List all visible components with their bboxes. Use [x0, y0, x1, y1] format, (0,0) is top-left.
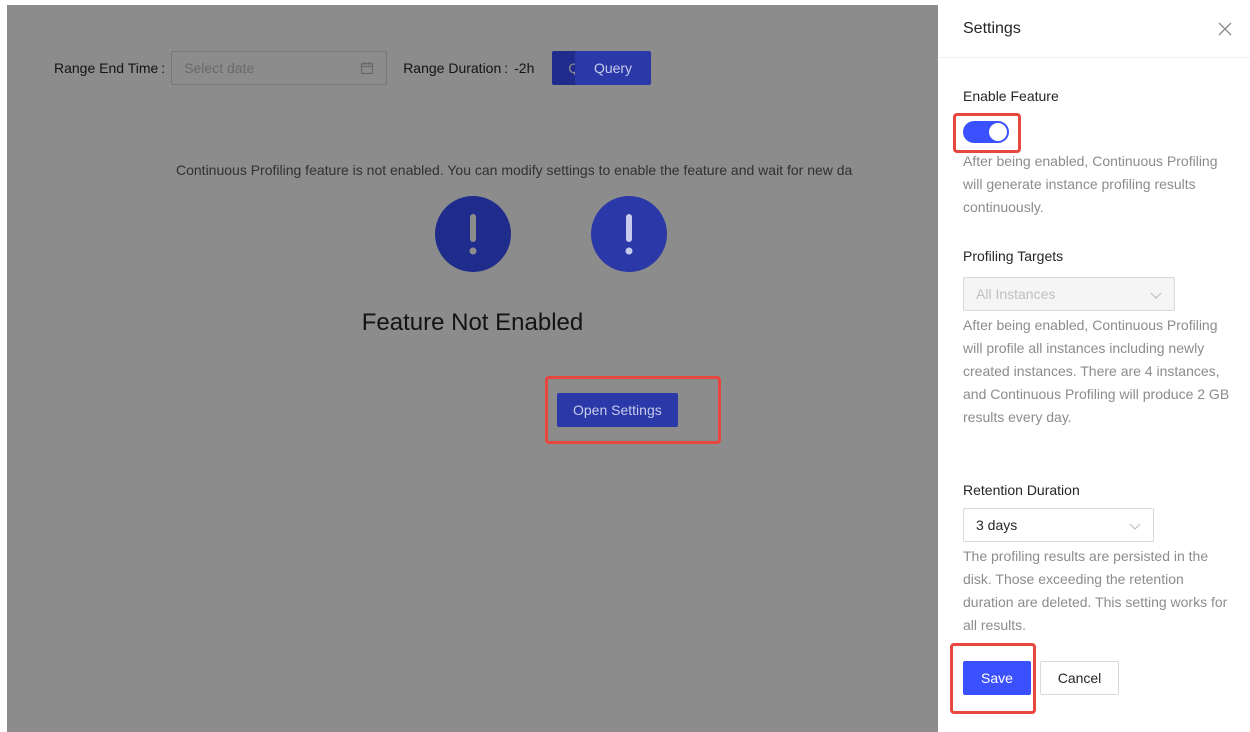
- toggle-knob: [989, 123, 1007, 141]
- save-button[interactable]: Save: [963, 661, 1031, 695]
- retention-duration-value: 3 days: [976, 517, 1018, 533]
- enable-feature-toggle[interactable]: [963, 121, 1009, 143]
- close-icon[interactable]: [1218, 22, 1232, 36]
- retention-duration-label: Retention Duration: [963, 482, 1080, 498]
- profiling-targets-select[interactable]: All Instances: [963, 277, 1175, 311]
- frame-edge-left: [0, 0, 7, 732]
- frame-edge-top: [0, 0, 938, 5]
- drawer-title: Settings: [963, 19, 1021, 37]
- modal-mask[interactable]: [0, 0, 938, 732]
- enable-feature-label: Enable Feature: [963, 88, 1059, 104]
- profiling-targets-help: After being enabled, Continuous Profilin…: [963, 317, 1230, 425]
- chevron-down-icon: [1150, 288, 1162, 300]
- chevron-down-icon: [1129, 519, 1141, 531]
- profiling-targets-value: All Instances: [976, 286, 1056, 302]
- open-settings-button[interactable]: Open Settings: [557, 393, 678, 427]
- enable-feature-help: After being enabled, Continuous Profilin…: [963, 153, 1218, 215]
- settings-drawer: Settings Enable Feature After being enab…: [938, 0, 1250, 732]
- retention-duration-select[interactable]: 3 days: [963, 508, 1154, 542]
- retention-duration-help: The profiling results are persisted in t…: [963, 548, 1228, 633]
- cancel-button[interactable]: Cancel: [1040, 661, 1119, 695]
- drawer-header: Settings: [938, 0, 1250, 58]
- profiling-targets-label: Profiling Targets: [963, 248, 1064, 264]
